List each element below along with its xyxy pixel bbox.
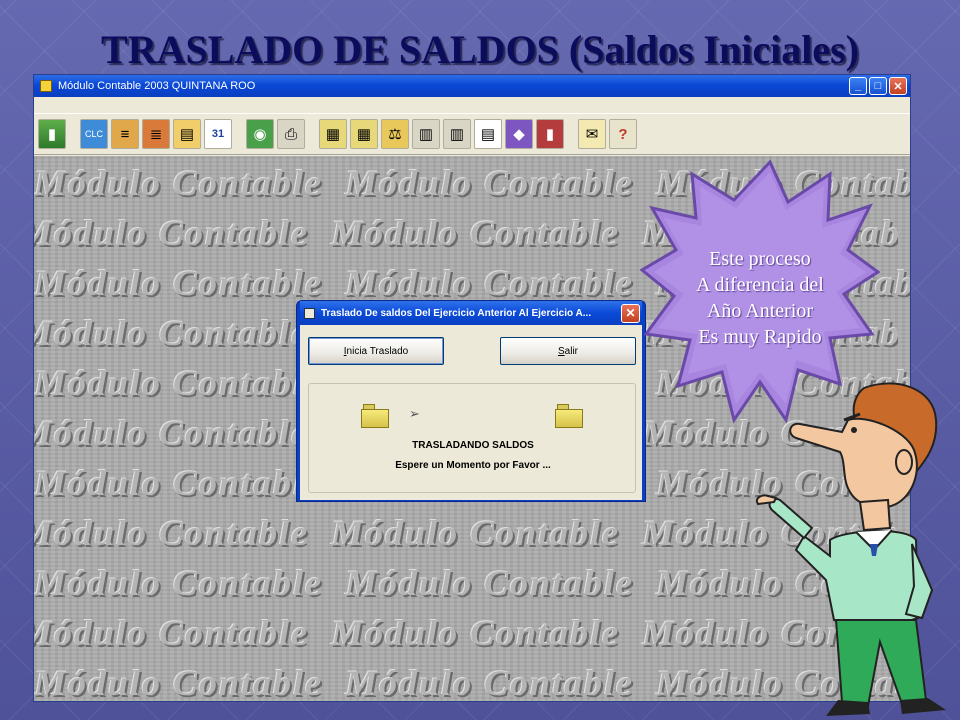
envelope-icon[interactable]: ✉ bbox=[578, 119, 606, 149]
menu-bar bbox=[34, 97, 910, 113]
transfer-progress-panel: ➢ TRASLADANDO SALDOS Espere un Momento p… bbox=[308, 383, 636, 493]
cuentas-icon[interactable]: ≡ bbox=[111, 119, 139, 149]
scale-icon[interactable]: ⚖ bbox=[381, 119, 409, 149]
balanza-icon[interactable]: ▤ bbox=[173, 119, 201, 149]
report-1-icon[interactable]: ▦ bbox=[319, 119, 347, 149]
dialog-title: Traslado De saldos Del Ejercicio Anterio… bbox=[321, 307, 592, 319]
app-icon bbox=[40, 80, 52, 92]
transfer-dialog: Traslado De saldos Del Ejercicio Anterio… bbox=[296, 300, 646, 502]
poliza-icon[interactable]: ≣ bbox=[142, 119, 170, 149]
pointing-man-illustration bbox=[756, 382, 946, 716]
calendar-31-icon[interactable]: 31 bbox=[204, 119, 232, 149]
exit-door-icon[interactable]: ▮ bbox=[38, 119, 66, 149]
maximize-button[interactable]: □ bbox=[869, 77, 887, 95]
report-4-icon[interactable]: ▥ bbox=[443, 119, 471, 149]
flying-document-icon: ➢ bbox=[409, 406, 420, 421]
print-icon[interactable]: ⎙ bbox=[277, 119, 305, 149]
slide-title: TRASLADO DE SALDOS (Saldos Iniciales) bbox=[101, 27, 859, 72]
callout-line: Es muy Rapido bbox=[698, 326, 822, 348]
callout-line: Año Anterior bbox=[706, 300, 814, 322]
gem-icon[interactable]: ◆ bbox=[505, 119, 533, 149]
app-titlebar[interactable]: Módulo Contable 2003 QUINTANA ROO _ □ ✕ bbox=[34, 75, 910, 97]
exit-button[interactable]: Salir bbox=[500, 337, 636, 365]
wait-message: Espere un Momento por Favor ... bbox=[395, 460, 551, 471]
minimize-button[interactable]: _ bbox=[849, 77, 867, 95]
dialog-icon bbox=[304, 307, 315, 319]
help-books-icon[interactable]: ? bbox=[609, 119, 637, 149]
books-icon[interactable]: ▮ bbox=[536, 119, 564, 149]
dialog-close-button[interactable]: ✕ bbox=[621, 303, 640, 323]
app-title: Módulo Contable 2003 QUINTANA ROO bbox=[58, 80, 256, 92]
start-transfer-button[interactable]: Inicia Traslado bbox=[308, 337, 444, 365]
destination-folder-icon bbox=[555, 404, 583, 428]
transfer-status: TRASLADANDO SALDOS bbox=[412, 440, 534, 451]
report-5-icon[interactable]: ▤ bbox=[474, 119, 502, 149]
toolbar: ▮ CLC ≡ ≣ ▤ 31 ◉ ⎙ ▦ ▦ ⚖ ▥ ▥ ▤ ◆ ▮ ✉ ? bbox=[34, 113, 910, 155]
report-3-icon[interactable]: ▥ bbox=[412, 119, 440, 149]
callout-line: A diferencia del bbox=[696, 274, 824, 296]
source-folder-icon bbox=[361, 404, 389, 428]
report-2-icon[interactable]: ▦ bbox=[350, 119, 378, 149]
clc-catalog-icon[interactable]: CLC bbox=[80, 119, 108, 149]
close-button[interactable]: ✕ bbox=[889, 77, 907, 95]
dialog-body: Inicia Traslado Salir ➢ TRASLADANDO SALD… bbox=[300, 325, 642, 500]
callout-line: Este proceso bbox=[709, 248, 811, 270]
search-globe-icon[interactable]: ◉ bbox=[246, 119, 274, 149]
callout-text: Este proceso A diferencia del Año Anteri… bbox=[640, 246, 880, 350]
dialog-titlebar[interactable]: Traslado De saldos Del Ejercicio Anterio… bbox=[300, 301, 642, 325]
